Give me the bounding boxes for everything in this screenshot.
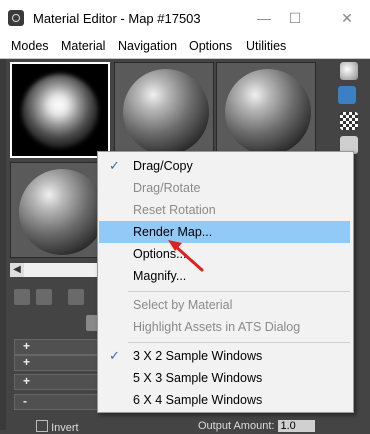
- menu-item-render-map[interactable]: Render Map...: [99, 221, 350, 243]
- menu-navigation[interactable]: Navigation: [118, 39, 177, 53]
- noise-map-preview: [22, 74, 98, 148]
- menu-item-select-by-material: Select by Material: [133, 298, 233, 312]
- menu-modes[interactable]: Modes: [11, 39, 49, 53]
- sphere-preview: [19, 169, 105, 255]
- menu-item-options[interactable]: Options...: [99, 243, 350, 265]
- background-checker-icon[interactable]: [340, 112, 358, 130]
- menu-bar: Modes Material Navigation Options Utilit…: [0, 34, 370, 59]
- get-material-icon[interactable]: [14, 289, 30, 305]
- menu-item-6x4-sample-windows[interactable]: 6 X 4 Sample Windows: [99, 389, 350, 411]
- menu-item-drag-copy[interactable]: ✓ Drag/Copy: [99, 155, 350, 177]
- close-button[interactable]: ✕: [332, 7, 362, 29]
- menu-item-3x2-sample-windows[interactable]: ✓ 3 X 2 Sample Windows: [99, 345, 350, 367]
- menu-separator: [128, 291, 350, 292]
- menu-item-magnify[interactable]: Magnify...: [99, 265, 350, 287]
- left-edge: [0, 59, 6, 430]
- put-to-scene-icon[interactable]: [36, 289, 52, 305]
- menu-material[interactable]: Material: [61, 39, 105, 53]
- menu-item-5x3-sample-windows[interactable]: 5 X 3 Sample Windows: [99, 367, 350, 389]
- sample-slot-3[interactable]: [216, 62, 316, 158]
- context-menu: ✓ Drag/Copy Drag/Rotate Reset Rotation R…: [97, 151, 354, 413]
- menu-utilities[interactable]: Utilities: [246, 39, 286, 53]
- check-icon: ✓: [109, 348, 120, 363]
- menu-separator: [128, 342, 350, 343]
- sphere-preview: [123, 69, 209, 155]
- sample-type-icon[interactable]: [340, 62, 358, 80]
- sample-slot-2[interactable]: [114, 62, 214, 158]
- maximize-button[interactable]: ☐: [280, 7, 310, 29]
- output-amount-field[interactable]: 1.0: [277, 420, 315, 432]
- menu-item-highlight-assets: Highlight Assets in ATS Dialog: [133, 320, 301, 334]
- assign-material-icon[interactable]: [68, 289, 84, 305]
- app-icon: [8, 10, 24, 26]
- title-bar: Material Editor - Map #17503 — ☐ ✕: [0, 0, 370, 34]
- window-title: Material Editor - Map #17503: [33, 11, 201, 26]
- sphere-preview: [225, 69, 311, 155]
- output-amount-label: Output Amount:: [198, 420, 275, 432]
- backlight-icon[interactable]: [338, 86, 356, 104]
- invert-checkbox[interactable]: [36, 420, 48, 432]
- check-icon: ✓: [109, 158, 120, 173]
- invert-label: Invert: [51, 422, 79, 434]
- minimize-button[interactable]: —: [249, 7, 279, 29]
- sample-slot-4[interactable]: [10, 162, 110, 258]
- sample-slot-1[interactable]: [10, 62, 110, 158]
- menu-item-drag-rotate: Drag/Rotate: [133, 181, 201, 195]
- menu-options[interactable]: Options: [189, 39, 232, 53]
- menu-item-reset-rotation: Reset Rotation: [133, 203, 216, 217]
- scroll-left-icon[interactable]: ◀: [10, 263, 24, 277]
